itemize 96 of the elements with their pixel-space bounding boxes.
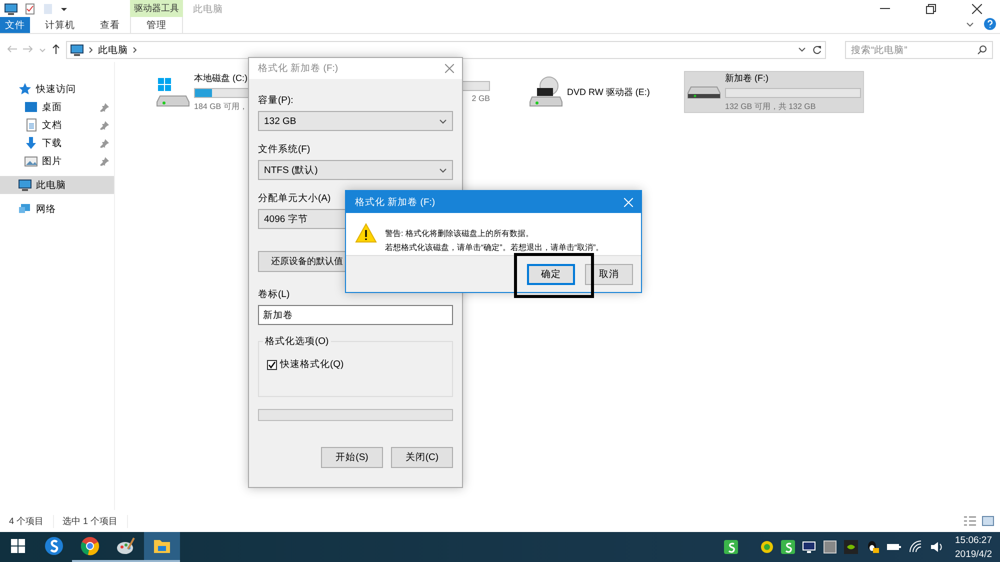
dialog-button[interactable]: 取消: [585, 264, 633, 284]
windows-logo-icon: [11, 539, 25, 553]
drive-tile[interactable]: DVD RW 驱动器 (E:): [526, 71, 676, 113]
ribbon-tab[interactable]: 计算机: [30, 17, 90, 33]
group-title: 格式化选项(O): [263, 335, 331, 348]
tray-app-icon: [760, 540, 774, 554]
desktop-icon: [24, 100, 38, 114]
warning-icon: [355, 223, 377, 243]
nav-item[interactable]: 文档: [0, 116, 114, 134]
nav-item[interactable]: 快速访问: [0, 80, 114, 98]
drive-usage: 184 GB 可用，: [194, 101, 248, 112]
computer-icon: [4, 2, 18, 16]
input-method-icon: [724, 540, 738, 554]
dialog-title: 格式化 新加卷 (F:): [355, 196, 436, 208]
graphics-icon: [844, 540, 858, 554]
volume-label-field[interactable]: 新加卷: [258, 305, 453, 325]
penguin-icon: [865, 540, 880, 554]
caret-icon: [439, 168, 447, 172]
field-label: 文件系统(F): [258, 143, 310, 156]
details-view-icon: [964, 516, 976, 526]
field-label: 卷标(L): [258, 288, 290, 301]
dialog-button[interactable]: 开始(S): [321, 447, 383, 468]
dropdown-icon: [798, 47, 806, 53]
refresh-icon: [812, 45, 822, 55]
properties-icon: [24, 2, 36, 14]
back-arrow-icon: [7, 44, 17, 52]
input-method-icon: [781, 540, 796, 554]
drive-usage: 2 GB: [472, 94, 490, 103]
up-arrow-icon: [52, 44, 60, 54]
search-field[interactable]: 搜索“此电脑”: [845, 41, 993, 59]
system-drive-icon: [156, 76, 190, 108]
pin-icon: [100, 156, 109, 166]
chevron-icon: [133, 47, 137, 53]
selection-count: 选中 1 个项目: [62, 514, 128, 528]
wifi-icon: [909, 540, 924, 554]
ribbon-tab[interactable]: 文件: [0, 17, 30, 33]
palette-icon: [116, 536, 136, 556]
new-folder-icon: [42, 2, 54, 14]
restore-icon: [926, 4, 936, 14]
network-icon: [18, 202, 32, 216]
up-button[interactable]: [52, 44, 60, 56]
tray-app-icon: [823, 540, 838, 554]
forward-arrow-icon: [23, 44, 33, 52]
field-label: 分配单元大小(A): [258, 192, 331, 205]
search-icon: [977, 45, 987, 55]
checkbox[interactable]: [267, 360, 277, 370]
breadcrumb[interactable]: 此电脑: [98, 44, 128, 56]
nav-item[interactable]: 网络: [0, 200, 114, 218]
drive-icon: [687, 86, 721, 98]
quick-format-checkbox[interactable]: 快速格式化(Q): [267, 358, 444, 371]
dialog-title: 格式化 新加卷 (F:): [258, 62, 338, 75]
drive-name: 本地磁盘 (C:): [194, 72, 248, 85]
capacity-select[interactable]: 132 GB: [258, 111, 453, 131]
nav-item[interactable]: 桌面: [0, 98, 114, 116]
minimize-icon: [880, 8, 890, 9]
volume-icon: [930, 540, 944, 554]
nav-item[interactable]: 图片: [0, 152, 114, 170]
chevron-icon: [966, 22, 974, 28]
window-title: 此电脑: [193, 3, 224, 17]
close-icon[interactable]: [445, 64, 454, 73]
message-text: 若想格式化该磁盘，请单击“确定”。若想退出，请单击“取消”。: [385, 242, 604, 253]
close-icon: [972, 4, 982, 14]
ribbon-tab[interactable]: 管理: [130, 17, 183, 33]
pin-icon: [100, 138, 109, 148]
drive-name: DVD RW 驱动器 (E:): [567, 86, 650, 98]
drive-name: 新加卷 (F:): [725, 72, 768, 85]
field-label: 容量(P):: [258, 94, 294, 107]
dialog-button[interactable]: 关闭(C): [391, 447, 453, 468]
message-text: 警告: 格式化将删除该磁盘上的所有数据。: [385, 228, 534, 239]
dvd-drive-icon: [529, 76, 563, 108]
clock-date: 2019/4/2: [955, 548, 992, 560]
dialog-button[interactable]: 确定: [527, 264, 575, 284]
download-icon: [24, 136, 38, 150]
tool-context-label: 驱动器工具: [130, 0, 183, 17]
drive-usage: 132 GB 可用，共 132 GB: [725, 101, 816, 112]
drive-tile[interactable]: 新加卷 (F:) 132 GB 可用，共 132 GB: [684, 71, 864, 113]
chevron-icon: [89, 47, 93, 53]
computer-icon: [18, 178, 32, 192]
document-icon: [24, 118, 38, 132]
computer-icon: [70, 43, 84, 57]
clock-time: 15:06:27: [955, 534, 992, 546]
caret-icon: [439, 118, 447, 124]
star-icon: [18, 82, 32, 96]
nav-item[interactable]: 此电脑: [0, 176, 114, 194]
pin-icon: [100, 102, 109, 112]
sogou-icon: [44, 536, 64, 556]
picture-icon: [24, 154, 38, 168]
browser-icon: [80, 536, 100, 556]
tiles-view-icon: [982, 516, 994, 526]
pin-icon: [100, 120, 109, 130]
monitor-icon: [802, 540, 816, 554]
nav-item[interactable]: 下载: [0, 134, 114, 152]
file-system-select[interactable]: NTFS (默认): [258, 160, 453, 180]
caret-icon: [39, 48, 46, 52]
ribbon-tab[interactable]: 查看: [90, 17, 130, 33]
item-count: 4 个项目: [9, 514, 54, 528]
